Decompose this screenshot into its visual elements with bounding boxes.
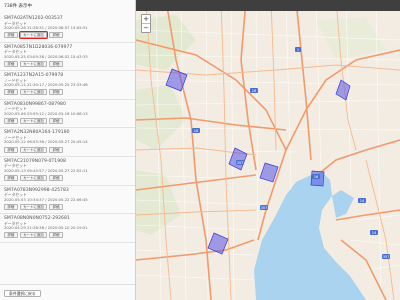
more-info-button[interactable]: 詳細 <box>49 203 63 210</box>
result-item[interactable]: SM7AC21079N079-0T1908 データセット 2020.05.13 09… <box>0 157 135 186</box>
result-count: 738件 表示中 <box>4 4 33 9</box>
more-info-button[interactable]: 詳細 <box>49 89 63 96</box>
more-info-button[interactable]: 詳細 <box>49 60 63 67</box>
add-to-cart-button[interactable]: カートに追加 <box>18 30 49 40</box>
detail-button[interactable]: 詳細 <box>4 89 18 96</box>
result-item[interactable]: SM7A1237N2A15-079978 ノードセット 2020.05.11 21:… <box>0 71 135 100</box>
detail-button[interactable]: 詳細 <box>4 146 18 153</box>
route-label: 16 <box>314 175 319 179</box>
detail-button[interactable]: 詳細 <box>4 60 18 67</box>
result-list[interactable]: SM7A02ATN1202-003537 データセット 2020.05.26 21:… <box>0 14 135 284</box>
result-item[interactable]: SM7A08N0N0N0752-292681 データセット 2020.04.29 2… <box>0 214 135 243</box>
result-item[interactable]: SM7A0857N1D28036-079977 データセット 2020.05.25 … <box>0 43 135 72</box>
add-to-cart-button[interactable]: カートに追加 <box>19 203 48 210</box>
back-to-conditions-button[interactable]: 条件選択に戻る <box>4 290 41 297</box>
more-info-button[interactable]: 詳細 <box>49 232 63 239</box>
add-to-cart-button[interactable]: カートに追加 <box>19 89 48 96</box>
add-to-cart-button[interactable]: カートに追加 <box>19 146 48 153</box>
sidebar-footer: 条件選択に戻る <box>0 284 135 300</box>
route-label: 16 <box>252 89 257 93</box>
more-info-button[interactable]: 詳細 <box>49 32 63 39</box>
result-date: 2020.05.06 03:55:12 / 2020.05.16 10:08:1… <box>4 110 88 116</box>
map-view[interactable]: 16 357 1 16 357 16 14 357 14 + − <box>136 0 400 300</box>
detail-button[interactable]: 詳細 <box>4 232 18 239</box>
zoom-control: + − <box>141 14 151 33</box>
result-date: 2020.04.29 21:28:36 / 2020.05.10 20:19:5… <box>4 225 88 231</box>
detail-button[interactable]: 詳細 <box>4 32 18 39</box>
result-date: 2020.05.25 03:05:38 / 2020.06.02 15:43:3… <box>4 53 88 59</box>
route-label: 14 <box>360 199 365 203</box>
route-label: 357 <box>261 206 268 210</box>
map-canvas[interactable]: 16 357 1 16 357 16 14 357 14 <box>136 0 400 300</box>
add-to-cart-button[interactable]: カートに追加 <box>19 60 48 67</box>
result-item[interactable]: SM7A02ATN1202-003537 データセット 2020.05.26 21:… <box>0 14 135 43</box>
map-topbar <box>136 0 400 11</box>
result-date: 2020.05.12 06:55:36 / 2020.05.27 20:45:1… <box>4 139 88 145</box>
route-label: 357 <box>383 255 390 259</box>
zoom-in-button[interactable]: + <box>142 15 150 24</box>
zoom-out-button[interactable]: − <box>142 24 150 33</box>
detail-button[interactable]: 詳細 <box>4 118 18 125</box>
result-actions: 詳細 カートに追加 詳細 <box>4 175 131 182</box>
result-date: 2020.05.11 21:30:17 / 2020.05.25 23:33:4… <box>4 82 88 88</box>
more-info-button[interactable]: 詳細 <box>49 118 63 125</box>
route-label: 1 <box>297 48 299 52</box>
add-to-cart-button[interactable]: カートに追加 <box>19 232 48 239</box>
add-to-cart-button[interactable]: カートに追加 <box>19 175 48 182</box>
add-to-cart-button[interactable]: カートに追加 <box>19 118 48 125</box>
result-actions: 詳細 カートに追加 詳細 <box>4 232 131 239</box>
result-date: 2020.05.13 09:45:57 / 2020.05.27 22:02:1… <box>4 168 88 174</box>
result-item[interactable]: SM7A0783N992998-425783 データセット 2020.05.03 1… <box>0 186 135 215</box>
detail-button[interactable]: 詳細 <box>4 175 18 182</box>
route-label: 14 <box>372 231 377 235</box>
result-item[interactable]: SM7A0830N99867-087980 ノードセット 2020.05.06 03… <box>0 100 135 129</box>
result-actions: 詳細 カートに追加 詳細 <box>4 30 131 40</box>
more-info-button[interactable]: 詳細 <box>49 146 63 153</box>
result-actions: 詳細 カートに追加 詳細 <box>4 89 131 96</box>
result-actions: 詳細 カートに追加 詳細 <box>4 60 131 67</box>
detail-button[interactable]: 詳細 <box>4 203 18 210</box>
results-sidebar: 738件 表示中 SM7A02ATN1202-003537 データセット 2020.… <box>0 0 136 300</box>
route-label: 16 <box>194 129 199 133</box>
result-date: 2020.05.03 10:34:37 / 2020.05.22 22:06:4… <box>4 196 88 202</box>
more-info-button[interactable]: 詳細 <box>49 175 63 182</box>
result-date: 2020.05.26 21:28:31 / 2020.06.07 13:05:5… <box>4 25 88 31</box>
result-item[interactable]: SM7A2N32N80A164-179180 ノードセット 2020.05.12 0… <box>0 128 135 157</box>
route-label: 357 <box>237 161 244 165</box>
result-actions: 詳細 カートに追加 詳細 <box>4 118 131 125</box>
result-actions: 詳細 カートに追加 詳細 <box>4 203 131 210</box>
result-actions: 詳細 カートに追加 詳細 <box>4 146 131 153</box>
